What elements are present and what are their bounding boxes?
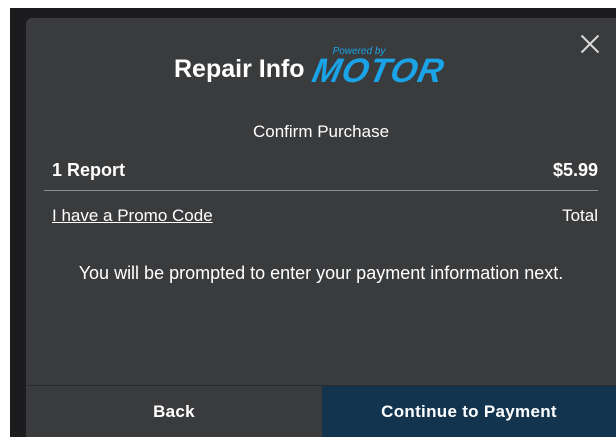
promo-code-link[interactable]: I have a Promo Code (52, 206, 213, 226)
motor-logo: Powered by MOTOR (309, 38, 453, 90)
modal-footer: Back Continue to Payment (26, 385, 616, 437)
repair-info-modal: Repair Info Powered by MOTOR Confirm Pur… (26, 18, 616, 437)
line-item-row: 1 Report $5.99 (52, 152, 598, 188)
payment-notice: You will be prompted to enter your payme… (78, 263, 564, 283)
confirm-purchase-heading: Confirm Purchase (252, 122, 390, 141)
item-price: $5.99 (552, 159, 598, 180)
close-icon[interactable] (578, 32, 602, 56)
continue-to-payment-button[interactable]: Continue to Payment (322, 386, 616, 437)
promo-row: I have a Promo Code Total (52, 200, 598, 232)
divider (44, 190, 598, 191)
modal-title: Repair Info (174, 55, 305, 83)
motor-brand-text: MOTOR (308, 52, 448, 90)
modal-title-group: Repair Info Powered by MOTOR (174, 38, 453, 90)
total-label: Total (562, 206, 598, 225)
item-label: 1 Report (52, 159, 126, 180)
back-button[interactable]: Back (26, 386, 322, 437)
modal-header: Repair Info Powered by MOTOR (26, 18, 616, 96)
